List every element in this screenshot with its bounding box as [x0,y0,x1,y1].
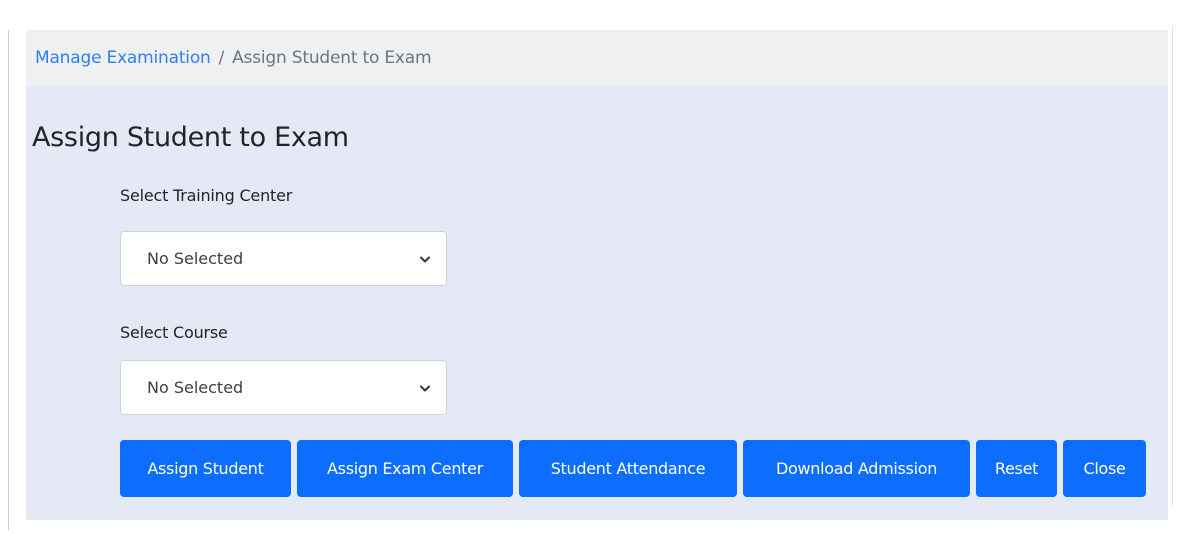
action-buttons: Assign Student Assign Exam Center Studen… [120,440,1146,497]
main-panel: Assign Student to Exam Select Training C… [26,86,1168,520]
breadcrumb-link-manage-examination[interactable]: Manage Examination [35,48,211,68]
chevron-down-icon [420,256,430,262]
breadcrumb-separator: / [218,48,225,68]
breadcrumb-current: Assign Student to Exam [232,48,432,68]
breadcrumb: Manage Examination / Assign Student to E… [26,30,1168,86]
training-center-select[interactable]: No Selected [120,231,447,286]
page-title: Assign Student to Exam [32,122,349,153]
training-center-label: Select Training Center [120,186,293,205]
chevron-down-icon [420,385,430,391]
close-button[interactable]: Close [1063,440,1146,497]
course-label: Select Course [120,323,228,342]
course-select[interactable]: No Selected [120,360,447,415]
assign-student-button[interactable]: Assign Student [120,440,291,497]
left-border [8,30,9,530]
training-center-select-value: No Selected [147,249,244,268]
reset-button[interactable]: Reset [976,440,1057,497]
right-border [1172,26,1173,506]
assign-exam-center-button[interactable]: Assign Exam Center [297,440,513,497]
student-attendance-button[interactable]: Student Attendance [519,440,737,497]
download-admission-button[interactable]: Download Admission [743,440,970,497]
course-select-value: No Selected [147,378,244,397]
